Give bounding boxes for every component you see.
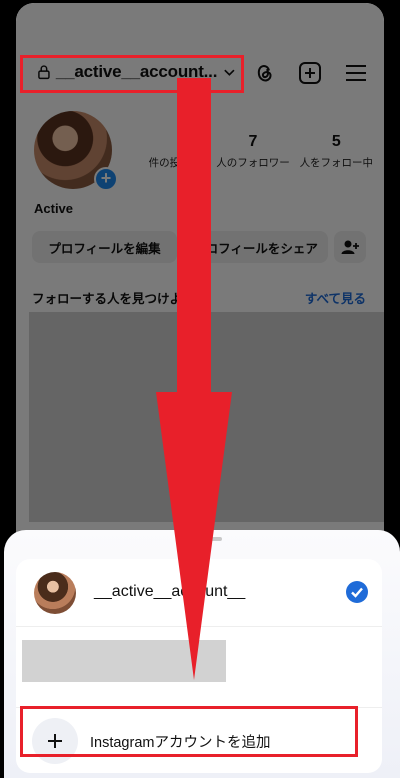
discover-people-button[interactable] xyxy=(334,231,366,263)
account-switcher[interactable]: __active__account... xyxy=(32,53,236,91)
edit-profile-button[interactable]: プロフィールを編集 xyxy=(32,231,177,263)
profile-actions: プロフィールを編集 プロフィールをシェア xyxy=(32,231,366,263)
plus-icon xyxy=(32,718,78,764)
suggested-accounts-placeholder xyxy=(29,312,384,522)
add-story-icon[interactable]: + xyxy=(94,167,118,191)
add-person-icon xyxy=(341,240,359,254)
redacted-account-row[interactable] xyxy=(22,640,226,682)
account-switch-sheet: __active__account__ Instagramアカウントを追加 xyxy=(4,530,400,778)
profile-name: Active xyxy=(34,201,74,216)
see-all-link[interactable]: すべて見る xyxy=(305,288,366,307)
account-row-active[interactable]: __active__account__ xyxy=(16,559,382,627)
stat-posts[interactable]: 件の投稿 xyxy=(128,133,211,170)
profile-avatar[interactable]: + xyxy=(34,111,118,191)
sheet-grabber[interactable] xyxy=(182,537,222,541)
discover-people-section: フォローする人を見つけよう すべて見る xyxy=(32,288,366,307)
stat-followers[interactable]: 7 人のフォロワー xyxy=(211,133,294,170)
profile-stats: 件の投稿 7 人のフォロワー 5 人をフォロー中 xyxy=(128,133,378,170)
discover-label: フォローする人を見つけよう xyxy=(32,292,195,306)
lock-icon xyxy=(38,65,50,80)
chevron-down-icon xyxy=(224,69,235,76)
add-account-label: Instagramアカウントを追加 xyxy=(90,735,271,751)
stat-following[interactable]: 5 人をフォロー中 xyxy=(295,133,378,170)
account-name: __active__account... xyxy=(55,62,218,81)
header-actions xyxy=(250,59,370,87)
share-profile-button[interactable]: プロフィールをシェア xyxy=(183,231,328,263)
account-list: __active__account__ Instagramアカウントを追加 xyxy=(16,559,382,773)
threads-icon[interactable] xyxy=(250,59,278,87)
new-post-icon[interactable] xyxy=(296,59,324,87)
profile-header: __active__account... xyxy=(16,51,384,95)
menu-icon[interactable] xyxy=(342,59,370,87)
avatar xyxy=(34,572,76,614)
account-row-name: __active__account__ xyxy=(94,583,246,600)
add-account-button[interactable]: Instagramアカウントを追加 xyxy=(16,707,382,773)
check-icon xyxy=(346,581,368,603)
